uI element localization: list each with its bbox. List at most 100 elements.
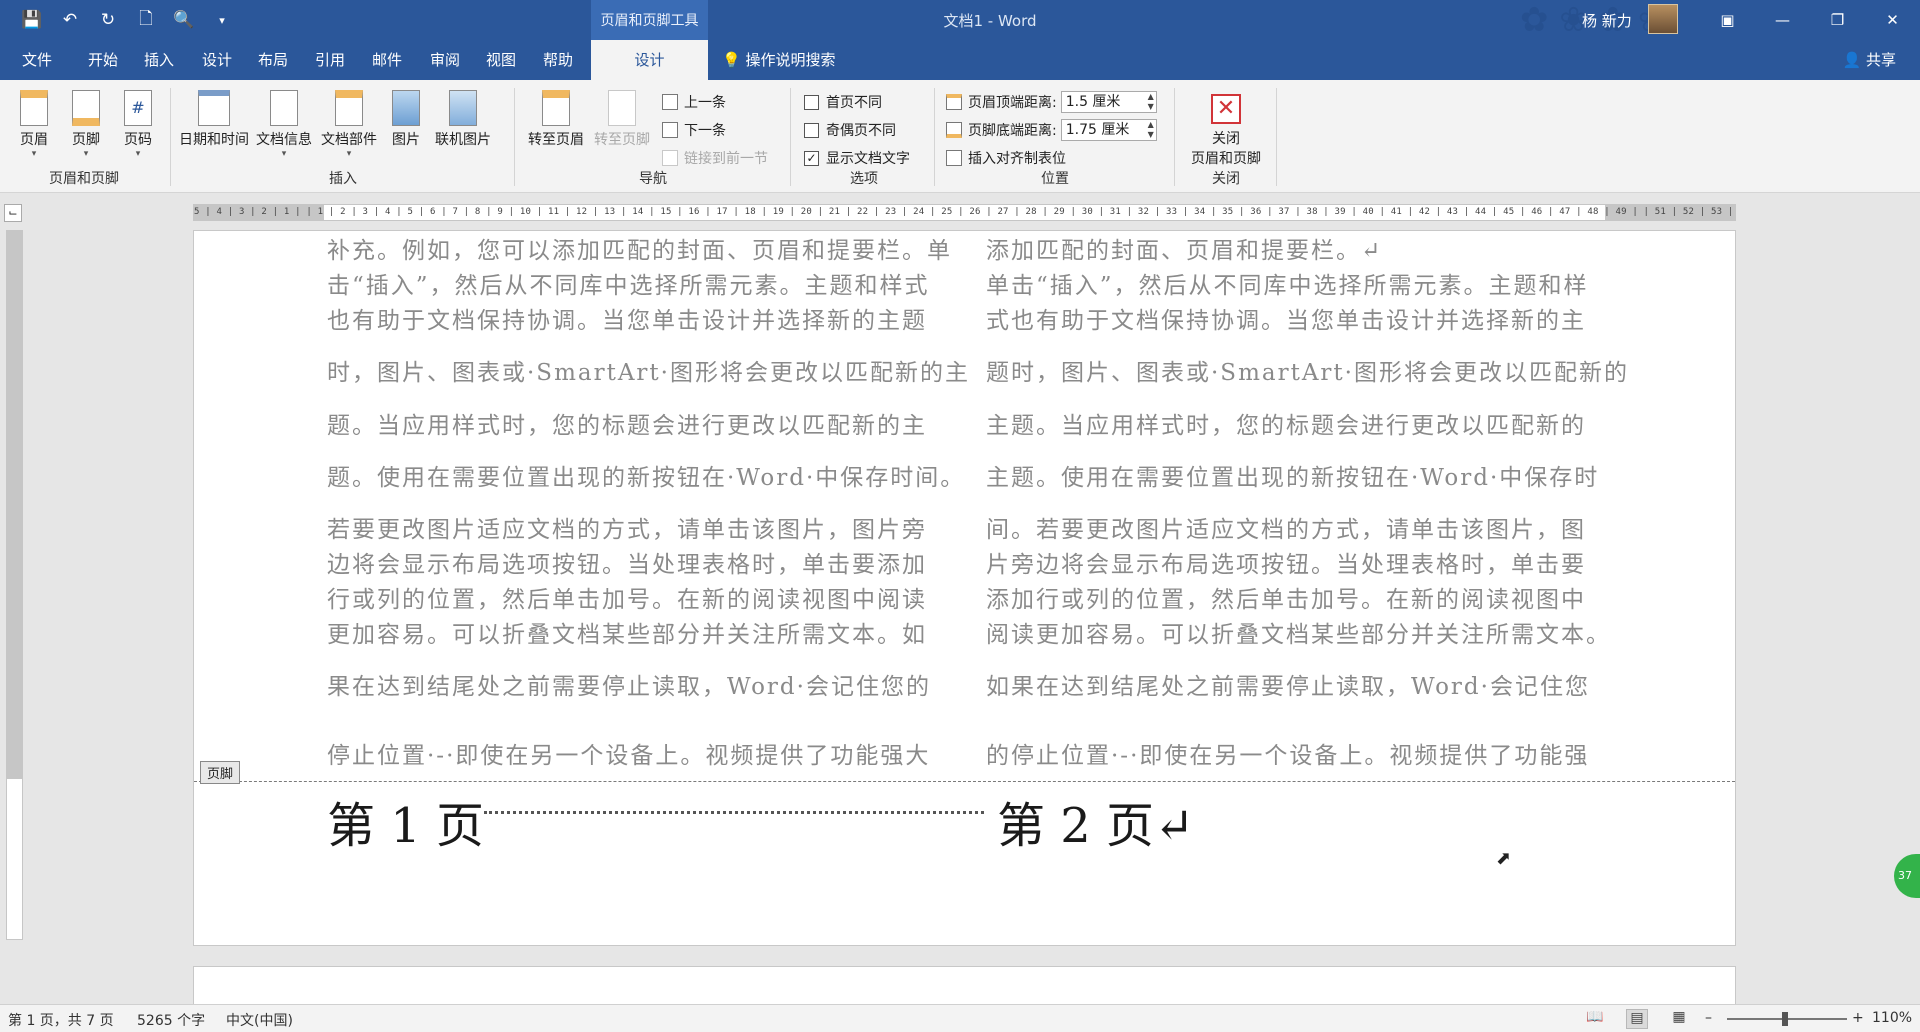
divider xyxy=(1174,88,1175,186)
divider xyxy=(1276,88,1277,186)
web-layout-icon[interactable]: ▦ xyxy=(1668,1009,1690,1029)
vertical-ruler[interactable] xyxy=(6,230,23,940)
group-header-footer: 页眉 ▾ 页脚 ▾ # 页码 ▾ 页眉和页脚 xyxy=(4,86,164,190)
previous-button[interactable]: 上一条 xyxy=(662,90,726,114)
insert-alignment-tab-label: 插入对齐制表位 xyxy=(968,151,1066,167)
goto-header-button[interactable]: 转至页眉 xyxy=(524,90,588,170)
zoom-level[interactable]: 110% xyxy=(1872,1010,1912,1026)
header-label: 页眉 xyxy=(20,132,48,148)
header-from-top-input[interactable]: 1.5 厘米 ▲ ▼ xyxy=(1060,91,1157,113)
page-number-button[interactable]: # 页码 ▾ xyxy=(112,90,164,170)
group-navigation: 转至页眉 转至页脚 上一条 下一条 链接到前一节 导航 xyxy=(520,86,786,190)
goto-footer-label: 转至页脚 xyxy=(594,132,650,148)
text-line: 行或列的位置，然后单击加号。在新的阅读视图中阅读 xyxy=(327,587,927,613)
customize-icon[interactable]: ▾ xyxy=(210,8,234,32)
calendar-icon xyxy=(198,90,230,126)
footer-from-bottom-input[interactable]: 1.75 厘米 ▲ ▼ xyxy=(1060,119,1157,141)
goto-footer-button[interactable]: 转至页脚 xyxy=(590,90,654,170)
quick-parts-button[interactable]: 文档部件 ▾ xyxy=(318,90,380,170)
print-preview-icon[interactable]: 🔍 xyxy=(172,8,196,32)
redo-icon[interactable]: ↻ xyxy=(96,8,120,32)
close-header-footer-button[interactable]: ✕ 关闭 页眉和页脚 xyxy=(1184,94,1268,174)
document-workspace: ⌙ 5 | 4 | 3 | 2 | 1 | | 1 | 2 | 3 | 4 | … xyxy=(0,194,1920,1016)
header-position-icon xyxy=(946,94,962,110)
divider xyxy=(514,88,515,186)
first-page-different-checkbox[interactable]: 首页不同 xyxy=(804,90,882,114)
next-button[interactable]: 下一条 xyxy=(662,118,726,142)
picture-button[interactable]: 图片 xyxy=(384,90,428,170)
footer-page-1[interactable]: 第 1 页 xyxy=(327,786,484,856)
word-count[interactable]: 5265 个字 xyxy=(137,1010,205,1030)
tab-help[interactable]: 帮助 xyxy=(543,40,573,80)
read-mode-icon[interactable]: 📖 xyxy=(1584,1009,1606,1029)
online-picture-button[interactable]: 联机图片 xyxy=(432,90,494,170)
alignment-tab-icon xyxy=(946,150,962,166)
group-options: 首页不同 奇偶页不同 ✓ 显示文档文字 选项 xyxy=(796,86,932,190)
online-picture-icon xyxy=(449,90,477,126)
document-page[interactable]: 补充。例如，您可以添加匹配的封面、页眉和提要栏。单 击“插入”，然后从不同库中选… xyxy=(193,230,1736,946)
ribbon: 页眉 ▾ 页脚 ▾ # 页码 ▾ 页眉和页脚 日期和时间 文档信息 ▾ 文档部件 xyxy=(0,80,1920,274)
share-label: 共享 xyxy=(1865,51,1896,69)
close-label-line2: 页眉和页脚 xyxy=(1191,151,1261,167)
text-line: 更加容易。可以折叠文档某些部分并关注所需文本。如 xyxy=(327,622,927,648)
text-line: 的停止位置·-·即使在另一个设备上。视频提供了功能强 xyxy=(986,743,1590,769)
link-to-previous-button[interactable]: 链接到前一节 xyxy=(662,146,768,170)
text-line: 补充。例如，您可以添加匹配的封面、页眉和提要栏。单 xyxy=(327,238,952,264)
avatar[interactable] xyxy=(1648,4,1678,34)
tab-file[interactable]: 文件 xyxy=(22,40,52,80)
header-button[interactable]: 页眉 ▾ xyxy=(8,90,60,170)
link-to-previous-label: 链接到前一节 xyxy=(684,151,768,167)
footer-button[interactable]: 页脚 ▾ xyxy=(60,90,112,170)
spinner-icon[interactable]: ▲ ▼ xyxy=(1148,92,1154,112)
show-document-text-checkbox[interactable]: ✓ 显示文档文字 xyxy=(804,146,910,170)
text-line: 若要更改图片适应文档的方式，请单击该图片，图片旁 xyxy=(327,517,927,543)
save-icon[interactable]: 💾 xyxy=(20,8,44,32)
tell-me-search[interactable]: 💡 操作说明搜索 xyxy=(722,40,835,80)
user-name[interactable]: 杨 新力 xyxy=(1582,10,1632,31)
insert-alignment-tab-button[interactable]: 插入对齐制表位 xyxy=(946,146,1066,170)
doc-info-button[interactable]: 文档信息 ▾ xyxy=(254,90,314,170)
ribbon-display-icon[interactable]: ▣ xyxy=(1700,0,1755,40)
zoom-slider-thumb[interactable] xyxy=(1782,1012,1788,1026)
new-doc-icon[interactable]: 🗋 xyxy=(134,8,158,32)
share-button[interactable]: 👤 共享 xyxy=(1843,40,1896,80)
spinner-icon[interactable]: ▲ ▼ xyxy=(1148,120,1154,140)
tab-view[interactable]: 视图 xyxy=(486,40,516,80)
odd-even-different-label: 奇偶页不同 xyxy=(826,123,896,139)
tab-mailings[interactable]: 邮件 xyxy=(372,40,402,80)
text-line: 时，图片、图表或·SmartArt·图形将会更改以匹配新的主 xyxy=(327,360,970,386)
tab-insert[interactable]: 插入 xyxy=(144,40,174,80)
tab-layout[interactable]: 布局 xyxy=(258,40,288,80)
text-line: 片旁边将会显示布局选项按钮。当处理表格时，单击要 xyxy=(986,552,1586,578)
horizontal-ruler[interactable]: 5 | 4 | 3 | 2 | 1 | | 1 | 2 | 3 | 4 | 5 … xyxy=(193,204,1736,221)
undo-icon[interactable]: ↶ xyxy=(58,8,82,32)
odd-even-different-checkbox[interactable]: 奇偶页不同 xyxy=(804,118,896,142)
previous-label: 上一条 xyxy=(684,95,726,111)
divider xyxy=(790,88,791,186)
tab-header-footer-design[interactable]: 设计 xyxy=(591,40,708,80)
show-document-text-label: 显示文档文字 xyxy=(826,151,910,167)
tab-design[interactable]: 设计 xyxy=(202,40,232,80)
tab-home[interactable]: 开始 xyxy=(88,40,118,80)
restore-icon[interactable]: ❐ xyxy=(1810,0,1865,40)
page-count[interactable]: 第 1 页，共 7 页 xyxy=(8,1010,114,1030)
close-label-line1: 关闭 xyxy=(1212,131,1240,147)
ruler-top-margin xyxy=(7,231,22,779)
date-time-button[interactable]: 日期和时间 xyxy=(178,90,250,170)
tab-selector[interactable]: ⌙ xyxy=(4,204,22,222)
tab-review[interactable]: 审阅 xyxy=(430,40,460,80)
zoom-out-icon[interactable]: – xyxy=(1705,1010,1712,1026)
first-page-different-label: 首页不同 xyxy=(826,95,882,111)
footer-page-2[interactable]: 第 2 页↵ xyxy=(997,786,1194,856)
quick-parts-label: 文档部件 xyxy=(321,132,377,148)
tab-references[interactable]: 引用 xyxy=(315,40,345,80)
text-line: 题时，图片、图表或·SmartArt·图形将会更改以匹配新的 xyxy=(986,360,1629,386)
print-layout-icon[interactable]: ▤ xyxy=(1626,1009,1648,1029)
footer-icon xyxy=(72,90,100,126)
language[interactable]: 中文(中国) xyxy=(226,1010,293,1030)
minimize-icon[interactable]: — xyxy=(1755,0,1810,40)
page-number-label: 页码 xyxy=(124,132,152,148)
text-line: 单击“插入”，然后从不同库中选择所需元素。主题和样 xyxy=(986,273,1589,299)
zoom-in-icon[interactable]: + xyxy=(1852,1010,1864,1026)
close-window-icon[interactable]: ✕ xyxy=(1865,0,1920,40)
